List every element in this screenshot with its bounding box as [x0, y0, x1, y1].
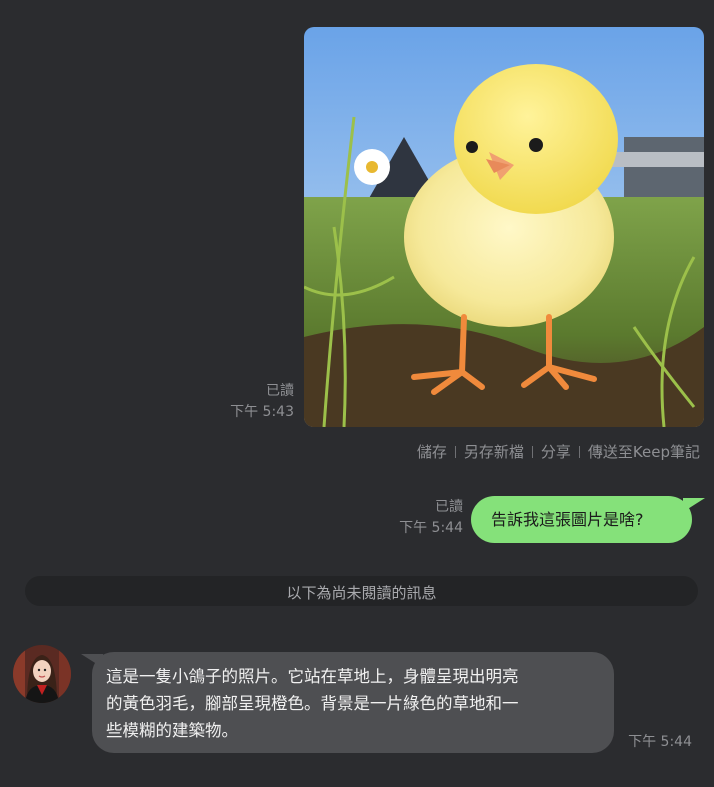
read-status: 已讀 [266, 383, 294, 399]
save-link[interactable]: 儲存 [417, 441, 447, 462]
timestamp: 下午 5:44 [399, 520, 463, 536]
incoming-message-bubble[interactable]: 這是一隻小鴿子的照片。它站在草地上，身體呈現出明亮 的黃色羽毛，腳部呈現橙色。背… [92, 652, 614, 753]
chat-area: 已讀 下午 5:43 儲存 另存新檔 分享 傳送至Keep筆記 已讀 下午 5:… [0, 0, 714, 787]
chick-photo[interactable] [304, 27, 704, 427]
divider [454, 445, 456, 458]
question-message-meta: 已讀 下午 5:44 [393, 497, 463, 539]
read-status: 已讀 [435, 499, 463, 515]
send-to-keep-link[interactable]: 傳送至Keep筆記 [588, 441, 700, 462]
avatar[interactable] [13, 645, 71, 703]
outgoing-message-bubble[interactable]: 告訴我這張圖片是啥? [471, 496, 692, 543]
image-action-bar: 儲存 另存新檔 分享 傳送至Keep筆記 [417, 441, 700, 462]
divider [578, 445, 580, 458]
reply-message-meta: 下午 5:44 [622, 732, 692, 753]
divider [531, 445, 533, 458]
chick-photo-image [304, 27, 704, 427]
save-as-link[interactable]: 另存新檔 [464, 441, 524, 462]
timestamp: 下午 5:44 [628, 734, 692, 750]
timestamp: 下午 5:43 [230, 404, 294, 420]
message-text: 告訴我這張圖片是啥? [491, 510, 644, 529]
message-line: 些模糊的建築物。 [106, 721, 238, 740]
image-message-meta: 已讀 下午 5:43 [226, 381, 294, 423]
message-line: 的黃色羽毛，腳部呈現橙色。背景是一片綠色的草地和一 [106, 694, 519, 713]
unread-divider: 以下為尚未閱讀的訊息 [25, 576, 698, 606]
avatar-image [13, 645, 71, 703]
share-link[interactable]: 分享 [541, 441, 571, 462]
message-line: 這是一隻小鴿子的照片。它站在草地上，身體呈現出明亮 [106, 667, 519, 686]
